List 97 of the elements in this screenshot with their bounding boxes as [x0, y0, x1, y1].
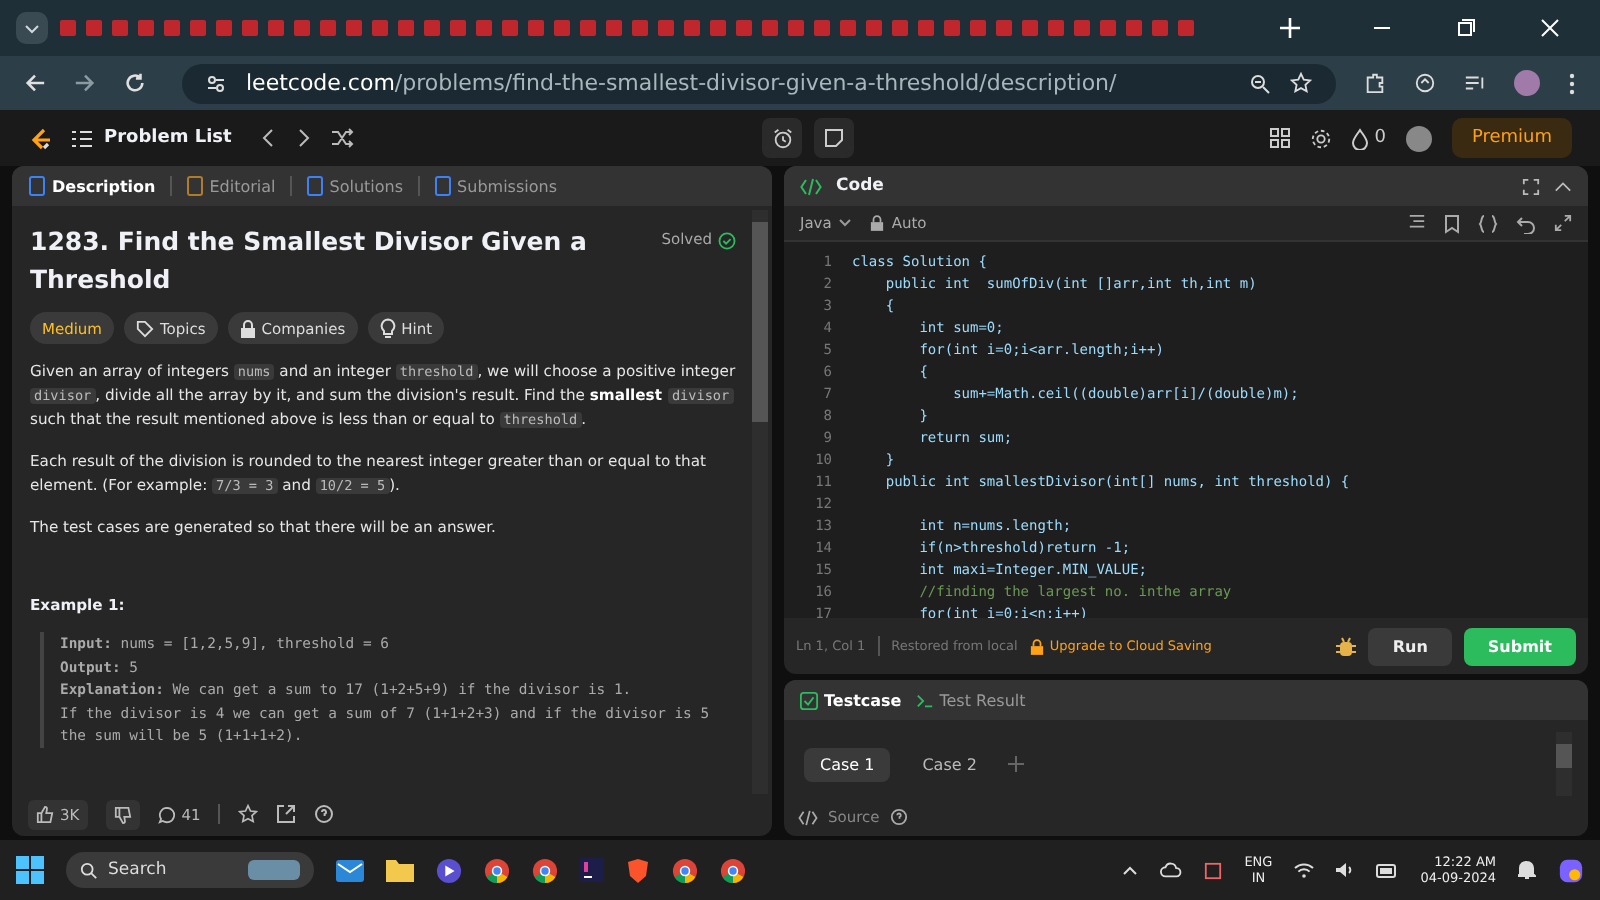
alarm-clock-icon	[771, 127, 794, 149]
cloud-icon[interactable]	[1160, 862, 1183, 878]
star-icon[interactable]	[1290, 72, 1312, 94]
next-icon[interactable]	[295, 128, 312, 148]
star-icon[interactable]	[238, 804, 259, 824]
mail-icon[interactable]	[336, 859, 364, 881]
extensions-icon[interactable]	[1364, 72, 1386, 94]
case-tab[interactable]: Case 2	[906, 747, 993, 781]
lion-shield-icon[interactable]	[626, 857, 650, 883]
code-icon	[798, 809, 818, 825]
play-icon[interactable]	[436, 857, 462, 883]
thumbs-up-icon	[36, 805, 54, 823]
ide-icon[interactable]	[580, 858, 604, 882]
wifi-icon[interactable]	[1294, 862, 1315, 878]
tab-icon	[185, 176, 204, 196]
expand-icon[interactable]	[1554, 214, 1572, 232]
folder-icon[interactable]	[386, 858, 414, 882]
address-bar[interactable]: leetcode.com/problems/find-the-smallest-divisor-given-a-threshold/description/	[182, 63, 1336, 103]
code-panel-title: Code	[836, 176, 884, 196]
list-icon[interactable]	[72, 129, 92, 147]
back-icon[interactable]	[24, 72, 46, 94]
zoom-icon[interactable]	[1250, 73, 1270, 93]
windows-start-icon[interactable]	[16, 856, 44, 884]
site-info-icon	[206, 73, 226, 93]
layout-icon[interactable]	[1270, 128, 1291, 148]
bell-icon[interactable]	[1518, 860, 1536, 880]
notes-button[interactable]	[814, 118, 855, 158]
lightbulb-icon	[379, 318, 396, 338]
forward-icon[interactable]	[74, 72, 96, 94]
undo-icon[interactable]	[1516, 213, 1536, 233]
close-icon[interactable]	[1540, 18, 1560, 38]
panel-tab[interactable]: Submissions	[433, 176, 557, 196]
format-icon[interactable]	[1408, 214, 1426, 232]
search-icon	[80, 861, 98, 879]
browser-icon[interactable]	[720, 857, 746, 883]
note-icon	[824, 128, 845, 148]
panel-tab[interactable]: Testcase	[800, 691, 902, 709]
fire-icon	[1352, 127, 1369, 149]
caret-icon	[837, 218, 852, 228]
taskbar-search[interactable]: Search	[66, 852, 314, 888]
tab-icon	[28, 176, 46, 196]
tray-app-icon[interactable]	[1204, 861, 1223, 879]
previous-icon[interactable]	[259, 128, 276, 148]
dislike-button[interactable]	[105, 799, 140, 829]
braces-icon[interactable]	[1478, 213, 1498, 233]
media-icon[interactable]	[1464, 72, 1486, 94]
timer-button[interactable]	[762, 118, 803, 158]
profile-avatar[interactable]	[1514, 70, 1540, 96]
thumbs-down-icon	[113, 805, 132, 823]
tab-search-icon[interactable]	[16, 12, 48, 44]
add-case-icon[interactable]	[1008, 756, 1025, 772]
terminal-icon	[915, 691, 934, 709]
bookmark-icon[interactable]	[1444, 213, 1460, 233]
panel-tab[interactable]: Editorial	[185, 176, 276, 196]
tab-icon	[433, 176, 452, 196]
panel-tab[interactable]: Test Result	[915, 691, 1026, 709]
user-avatar[interactable]	[1405, 125, 1432, 151]
collapse-icon[interactable]	[1554, 177, 1572, 195]
help-icon[interactable]	[314, 804, 335, 824]
logo-icon[interactable]	[28, 125, 52, 151]
shuffle-icon[interactable]	[331, 128, 354, 148]
reload-icon[interactable]	[124, 72, 146, 94]
browser-icon[interactable]	[672, 857, 698, 883]
scrollbar[interactable]	[752, 210, 768, 794]
fullscreen-icon[interactable]	[1522, 177, 1540, 195]
problem-title: 1283. Find the Smallest Divisor Given a Threshold	[30, 224, 589, 298]
streak-count: 0	[1374, 128, 1386, 148]
debug-icon[interactable]	[1336, 635, 1357, 657]
battery-icon[interactable]	[1376, 863, 1399, 877]
restore-icon[interactable]	[1456, 18, 1476, 38]
more-icon[interactable]	[1568, 71, 1576, 95]
lock-icon	[869, 214, 884, 232]
new-tab-icon[interactable]	[1280, 18, 1300, 38]
checkbox-icon	[800, 691, 818, 709]
panel-tab[interactable]: Description	[28, 176, 156, 196]
comment-icon	[157, 805, 176, 823]
copilot-icon[interactable]	[1558, 857, 1584, 883]
premium-button[interactable]: Premium	[1451, 118, 1573, 158]
tag-icon	[136, 319, 154, 337]
settings-icon[interactable]	[1310, 127, 1333, 149]
tab-icon	[305, 176, 324, 196]
check-circle-icon	[718, 232, 736, 250]
scrollbar[interactable]	[1556, 732, 1572, 796]
speaker-icon[interactable]	[1336, 862, 1355, 878]
browser-icon[interactable]	[532, 857, 558, 883]
lock-icon	[1029, 637, 1044, 655]
lock-icon	[239, 319, 256, 337]
problem-list-link[interactable]: Problem List	[104, 128, 232, 148]
case-tab[interactable]: Case 1	[804, 747, 891, 781]
code-icon	[800, 177, 822, 195]
sync-icon[interactable]	[1414, 72, 1436, 94]
share-icon[interactable]	[276, 804, 297, 824]
panel-tab[interactable]: Solutions	[305, 176, 404, 196]
run-button[interactable]: Run	[1368, 627, 1452, 665]
help-icon[interactable]	[889, 808, 908, 826]
browser-icon[interactable]	[484, 857, 510, 883]
chevron-up-icon[interactable]	[1122, 864, 1139, 876]
